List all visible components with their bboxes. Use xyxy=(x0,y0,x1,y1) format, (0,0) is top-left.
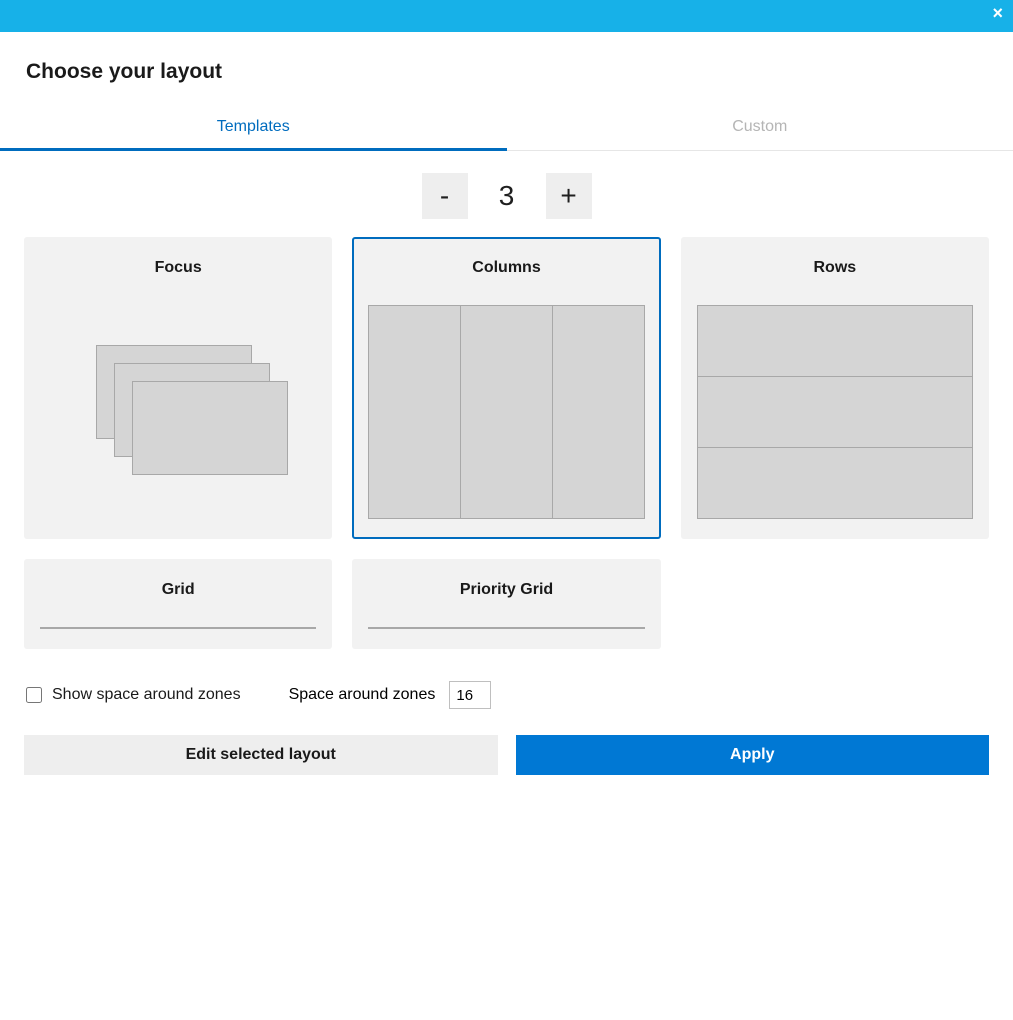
layout-card-rows[interactable]: Rows xyxy=(681,237,989,539)
show-space-text: Show space around zones xyxy=(52,686,241,704)
layout-preview-focus xyxy=(48,305,308,519)
layout-grid: Focus Columns Rows Grid xyxy=(0,237,1013,649)
preview-window xyxy=(132,381,288,475)
increment-button[interactable]: + xyxy=(546,173,592,219)
layout-label: Columns xyxy=(472,259,540,277)
layout-label: Rows xyxy=(813,259,856,277)
layout-card-grid[interactable]: Grid xyxy=(24,559,332,649)
layout-card-columns[interactable]: Columns xyxy=(352,237,660,539)
layout-card-priority-grid[interactable]: Priority Grid xyxy=(352,559,660,649)
layout-label: Priority Grid xyxy=(460,581,553,599)
decrement-button[interactable]: - xyxy=(422,173,468,219)
title-bar: × xyxy=(0,0,1013,32)
footer-buttons: Edit selected layout Apply xyxy=(0,717,1013,797)
apply-button[interactable]: Apply xyxy=(516,735,990,775)
layout-card-focus[interactable]: Focus xyxy=(24,237,332,539)
layout-preview-priority-grid xyxy=(368,627,644,629)
preview-column xyxy=(369,306,461,518)
layout-preview-grid xyxy=(40,627,316,629)
edit-layout-button[interactable]: Edit selected layout xyxy=(24,735,498,775)
space-around-input[interactable] xyxy=(449,681,491,709)
tab-templates[interactable]: Templates xyxy=(0,108,507,151)
dialog-content: Choose your layout Templates Custom - 3 … xyxy=(0,32,1013,1020)
show-space-checkbox-label[interactable]: Show space around zones xyxy=(26,686,241,704)
tab-custom[interactable]: Custom xyxy=(507,108,1013,150)
preview-row xyxy=(698,306,972,377)
preview-column xyxy=(461,306,553,518)
options-row: Show space around zones Space around zon… xyxy=(0,667,1013,717)
zone-count-stepper: - 3 + xyxy=(0,173,1013,219)
preview-column xyxy=(553,306,644,518)
tabs: Templates Custom xyxy=(0,108,1013,151)
preview-row xyxy=(698,377,972,448)
space-around-label: Space around zones xyxy=(289,686,436,704)
layout-label: Grid xyxy=(162,581,195,599)
layout-label: Focus xyxy=(155,259,202,277)
layout-preview-rows xyxy=(697,305,973,519)
close-icon[interactable]: × xyxy=(992,4,1003,22)
layout-preview-columns xyxy=(368,305,644,519)
page-title: Choose your layout xyxy=(26,60,1013,84)
preview-row xyxy=(698,448,972,518)
zone-count-value: 3 xyxy=(482,180,532,212)
show-space-checkbox[interactable] xyxy=(26,687,42,703)
space-around-zones-group: Space around zones xyxy=(289,681,492,709)
